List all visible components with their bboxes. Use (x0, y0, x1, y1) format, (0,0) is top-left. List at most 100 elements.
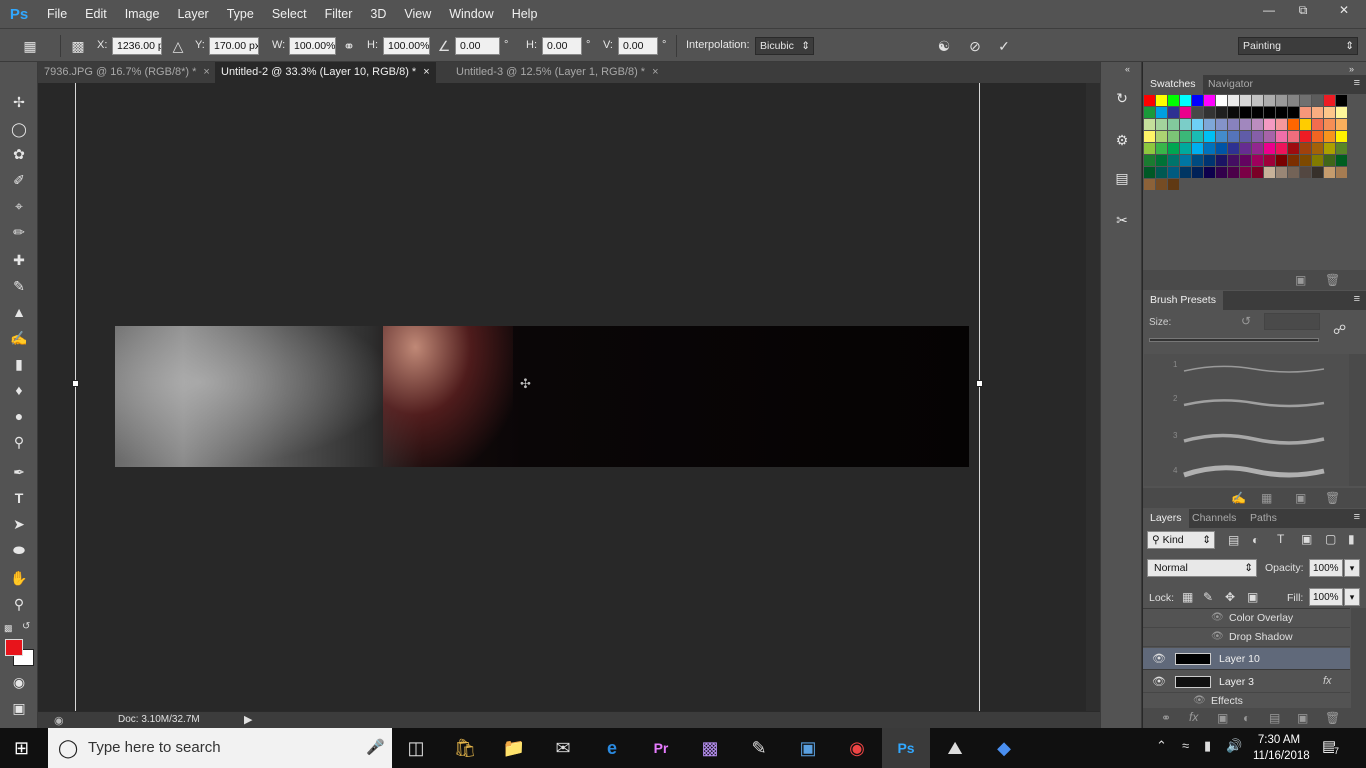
tab-channels[interactable]: Channels (1185, 509, 1243, 528)
quick-mask-icon[interactable]: ◉ (9, 672, 29, 692)
default-colors-icon[interactable]: ▩ (4, 623, 14, 633)
layer-row-layer-3[interactable]: 👁 Layer 3 fx (1143, 671, 1350, 693)
filter-adjust-icon[interactable]: ◐ (1252, 533, 1259, 547)
brush-strokes[interactable] (1179, 359, 1329, 483)
color-swatch[interactable] (1168, 155, 1179, 166)
tab-untitled-3[interactable]: Untitled-3 @ 12.5% (Layer 1, RGB/8) * × (450, 62, 665, 83)
y-field[interactable]: 170.00 px (209, 37, 259, 55)
color-swatch[interactable] (1192, 131, 1203, 142)
store-icon[interactable]: 🛍 (441, 728, 489, 768)
color-swatch[interactable] (1144, 179, 1155, 190)
color-swatch[interactable] (1288, 119, 1299, 130)
tab-swatches[interactable]: Swatches (1143, 75, 1203, 94)
menu-select[interactable]: Select (263, 0, 316, 28)
filter-pixel-icon[interactable]: ▤ (1228, 533, 1239, 547)
premiere-icon[interactable]: Pr (637, 728, 685, 768)
document-image[interactable] (115, 326, 969, 467)
color-swatch[interactable] (1144, 155, 1155, 166)
add-style-icon[interactable]: fx (1189, 710, 1198, 724)
color-swatch[interactable] (1228, 131, 1239, 142)
color-swatch[interactable] (1192, 155, 1203, 166)
type-tool-icon[interactable]: T (9, 488, 29, 508)
eye-icon[interactable]: 👁 (1211, 631, 1224, 642)
app2-icon[interactable]: ◆ (980, 728, 1028, 768)
color-swatch[interactable] (1336, 119, 1347, 130)
chrome-icon[interactable]: ◉ (833, 728, 881, 768)
h-field[interactable]: 100.00% (383, 37, 430, 55)
color-swatch[interactable] (1204, 119, 1215, 130)
color-swatch[interactable] (1168, 95, 1179, 106)
color-swatch[interactable] (1180, 119, 1191, 130)
menu-filter[interactable]: Filter (316, 0, 362, 28)
color-swatch[interactable] (1276, 167, 1287, 178)
filter-type-icon[interactable]: T (1277, 532, 1284, 546)
color-swatch[interactable] (1144, 143, 1155, 154)
path-select-tool-icon[interactable]: ➤ (9, 514, 29, 534)
history-icon[interactable]: ↻ (1112, 88, 1132, 108)
hand-tool-icon[interactable]: ✋ (9, 568, 29, 588)
color-swatch[interactable] (1324, 107, 1335, 118)
color-swatch[interactable] (1264, 107, 1275, 118)
menu-window[interactable]: Window (440, 0, 502, 28)
brush-size-field[interactable] (1264, 313, 1320, 330)
color-swatch[interactable] (1336, 167, 1347, 178)
link-layers-icon[interactable]: ⚭ (1161, 711, 1171, 725)
color-swatch[interactable] (1336, 107, 1347, 118)
move-tool-icon[interactable]: ✢ (9, 92, 29, 112)
color-swatch[interactable] (1216, 143, 1227, 154)
color-swatch[interactable] (1168, 131, 1179, 142)
color-swatch[interactable] (1324, 131, 1335, 142)
color-swatch[interactable] (1156, 167, 1167, 178)
cancel-transform-icon[interactable]: ⊘ (965, 36, 985, 56)
color-swatch[interactable] (1300, 119, 1311, 130)
screen-mode-icon[interactable]: ▣ (9, 698, 29, 718)
app-icon[interactable]: ▩ (686, 728, 734, 768)
fill-field[interactable]: 100% (1309, 588, 1343, 606)
foreground-color-swatch[interactable] (5, 639, 23, 656)
color-swatch[interactable] (1264, 119, 1275, 130)
trash-icon[interactable]: 🗑 (1325, 711, 1340, 725)
color-swatch[interactable] (1264, 155, 1275, 166)
color-swatch[interactable] (1300, 95, 1311, 106)
skew-v-field[interactable]: 0.00 (618, 37, 658, 55)
interpolation-select[interactable]: Bicubic ⇕ (755, 37, 814, 55)
color-swatch[interactable] (1240, 107, 1251, 118)
collapse-arrows-icon[interactable]: « (1125, 64, 1130, 74)
transform-handle-right[interactable] (976, 380, 983, 387)
color-swatch[interactable] (1300, 107, 1311, 118)
color-swatch[interactable] (1216, 155, 1227, 166)
menu-view[interactable]: View (395, 0, 440, 28)
tab-paths[interactable]: Paths (1243, 509, 1284, 528)
lock-transparent-icon[interactable]: ▦ (1182, 590, 1193, 604)
color-swatch[interactable] (1324, 167, 1335, 178)
new-brush-icon[interactable]: ▣ (1295, 491, 1306, 505)
color-swatch[interactable] (1168, 107, 1179, 118)
close-tab-icon[interactable]: × (203, 66, 209, 78)
delta-icon[interactable]: △ (168, 36, 188, 56)
color-swatch[interactable] (1216, 167, 1227, 178)
color-swatch[interactable] (1252, 131, 1263, 142)
color-swatch[interactable] (1180, 167, 1191, 178)
photos-icon[interactable]: ⛰ (931, 728, 979, 768)
lasso-tool-icon[interactable]: ✿ (9, 144, 29, 164)
panel-menu-icon[interactable]: ≡ (1354, 511, 1360, 523)
color-swatch[interactable] (1192, 107, 1203, 118)
color-swatch[interactable] (1180, 143, 1191, 154)
color-swatch[interactable] (1288, 155, 1299, 166)
skew-h-field[interactable]: 0.00 (542, 37, 582, 55)
menu-type[interactable]: Type (218, 0, 263, 28)
close-tab-icon[interactable]: × (423, 66, 429, 78)
brush-scrollbar[interactable] (1349, 354, 1366, 486)
color-swatch[interactable] (1168, 167, 1179, 178)
color-swatch[interactable] (1252, 143, 1263, 154)
brush-panel-icon[interactable]: ☍ (1333, 322, 1346, 338)
marquee-tool-icon[interactable]: ◯ (9, 119, 29, 139)
color-swatch[interactable] (1312, 155, 1323, 166)
color-swatch[interactable] (1252, 95, 1263, 106)
menu-help[interactable]: Help (503, 0, 547, 28)
color-swatch[interactable] (1264, 95, 1275, 106)
color-swatch[interactable] (1324, 95, 1335, 106)
adjustment-layer-icon[interactable]: ◐ (1243, 711, 1250, 725)
color-swatch[interactable] (1168, 143, 1179, 154)
panel-menu-icon[interactable]: ≡ (1354, 77, 1360, 89)
